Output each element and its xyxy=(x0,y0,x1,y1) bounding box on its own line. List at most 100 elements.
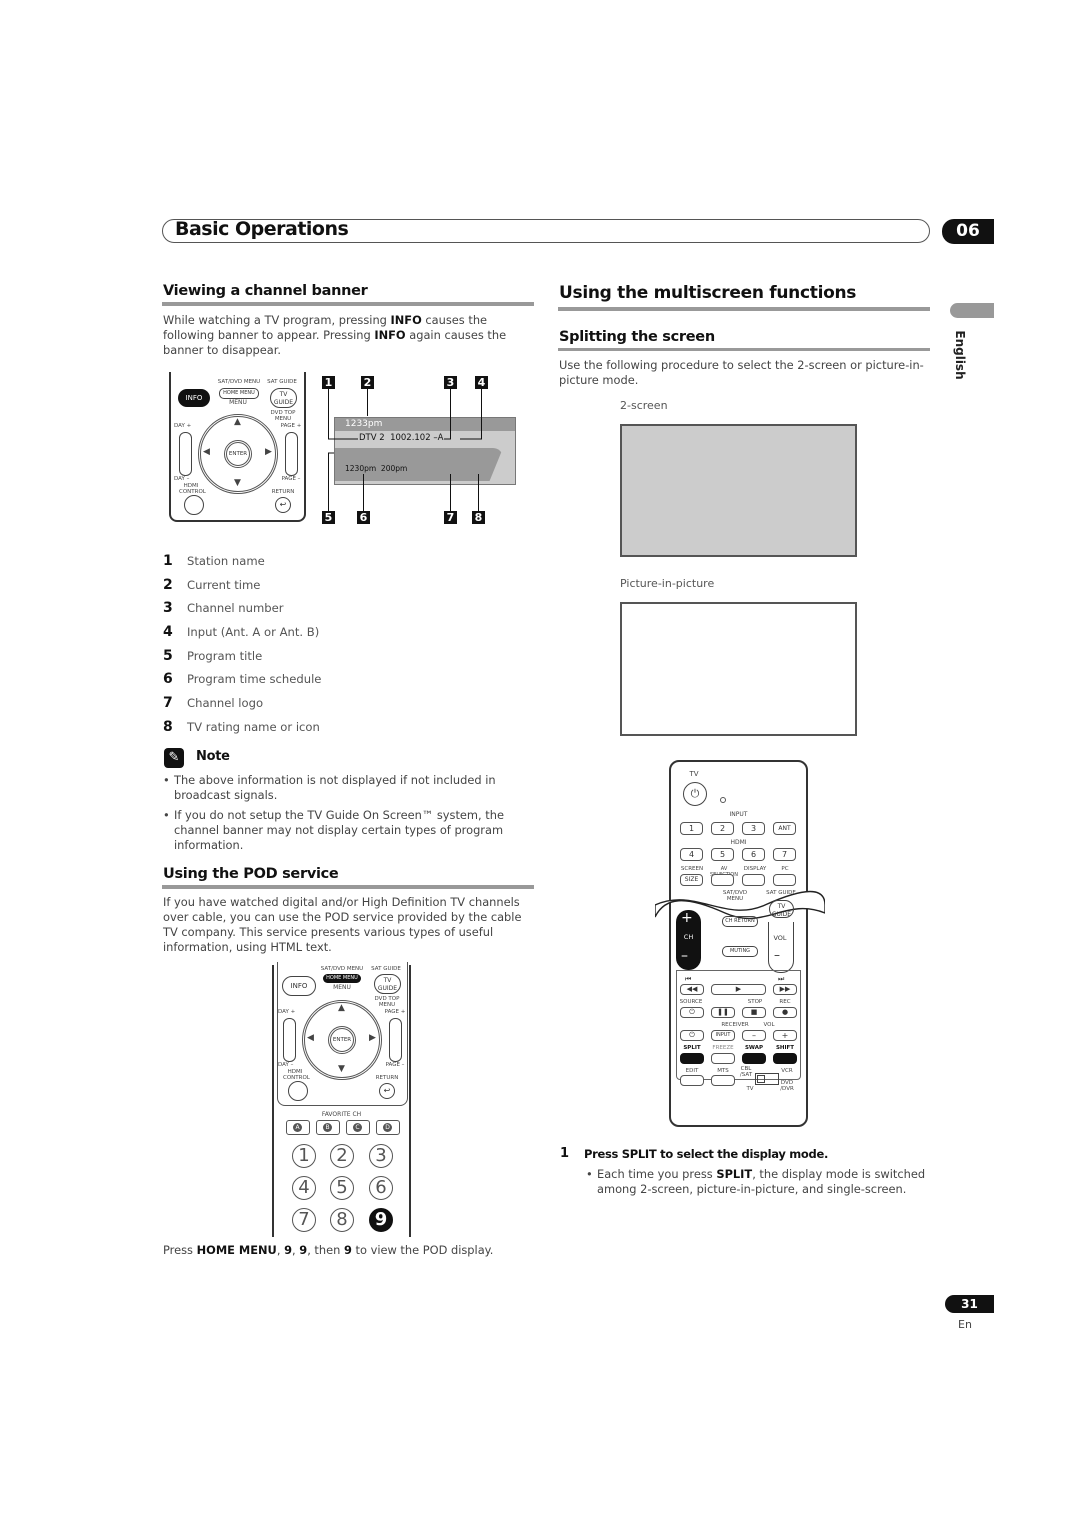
receiver-input-button: INPUT xyxy=(711,1030,735,1041)
day-plus-label: DAY + xyxy=(174,423,192,429)
page-rocker xyxy=(285,432,298,476)
rec-label: REC xyxy=(779,999,791,1005)
pc-label: PC xyxy=(781,866,789,872)
chapter-title: Basic Operations xyxy=(175,218,349,240)
ch-label: CH xyxy=(683,933,694,941)
ch-return-button: CH RETURN xyxy=(722,916,758,927)
pip-diagram xyxy=(620,602,857,736)
note-item: • If you do not setup the TV Guide On Scr… xyxy=(163,808,504,852)
day-rocker xyxy=(179,432,192,476)
hdmi-control-button xyxy=(184,495,204,515)
num-button-7: 7 xyxy=(292,1208,316,1232)
language-label: English xyxy=(953,330,967,380)
info-button: INFO xyxy=(178,389,210,407)
language-code: En xyxy=(958,1318,972,1331)
skip-back-icon: ⏮ xyxy=(685,975,692,983)
legend-item: 6 Program time schedule xyxy=(163,671,322,688)
pc-button xyxy=(773,874,796,886)
num-button-9-highlighted: 9 xyxy=(369,1208,393,1232)
fast-forward-button: ▶▶ xyxy=(773,984,797,995)
source-label: SOURCE xyxy=(679,999,703,1005)
edit-label: EDIT xyxy=(685,1068,699,1074)
cbl-sat-label: CBL /SAT xyxy=(739,1066,753,1078)
swap-label: SWAP xyxy=(744,1045,764,1051)
hdmi-label: HDMI xyxy=(730,839,747,846)
chapter-number: 06 xyxy=(942,219,994,244)
menu-label: MENU xyxy=(229,399,247,406)
pause-button: ❚❚ xyxy=(711,1007,735,1018)
step-number: 1 xyxy=(560,1146,569,1161)
power-button: ⏻ xyxy=(683,782,707,806)
hdmi-control-label: HDMI CONTROL xyxy=(179,483,206,495)
leader-lines xyxy=(328,388,482,511)
num-button-6: 6 xyxy=(369,1176,393,1200)
muting-button: MUTING xyxy=(722,946,758,957)
legend-item: 2 Current time xyxy=(163,576,261,593)
input-label: INPUT xyxy=(729,811,748,818)
section-title-multiscreen: Using the multiscreen functions xyxy=(559,283,857,303)
receiver-label: RECEIVER xyxy=(721,1022,749,1028)
arrow-right-icon: ▶ xyxy=(265,447,272,457)
note-list: • The above information is not displayed … xyxy=(163,773,528,858)
sat-guide-label: SAT GUIDE xyxy=(766,890,796,896)
section-title-channel-banner: Viewing a channel banner xyxy=(163,283,368,299)
dvd-dvr-label: DVD /DVR xyxy=(780,1080,794,1092)
banner-legend: 1 Station name 2 Current time 3 Channel num… xyxy=(163,549,321,739)
favorite-ch-label: FAVORITE CH xyxy=(321,1111,362,1118)
vol-label: VOL xyxy=(773,934,787,942)
display-label: DISPLAY xyxy=(743,866,767,872)
num-button-3: 3 xyxy=(369,1144,393,1168)
day-minus-label: DAY – xyxy=(174,476,190,482)
vol-rocker xyxy=(768,922,794,973)
leader-line-4 xyxy=(460,388,482,440)
freeze-button xyxy=(711,1053,735,1064)
remote-figure-3: TV ⏻ INPUT 1 2 3 ANT HDMI 4 5 6 7 SCREEN… xyxy=(655,760,825,1127)
tv-guide-button: TV GUIDE xyxy=(769,900,794,918)
num-button-1: 1 xyxy=(292,1144,316,1168)
page-number-tab: 31 xyxy=(945,1295,994,1313)
section-title-pod: Using the POD service xyxy=(163,866,339,882)
fav-button-b: B xyxy=(316,1120,340,1135)
num-button-2: 2 xyxy=(330,1144,354,1168)
pod-body: If you have watched digital and/or High … xyxy=(163,895,522,954)
split-label: SPLIT xyxy=(683,1045,701,1051)
receiver-vol-up-button: + xyxy=(773,1030,797,1041)
page-plus-label: PAGE + xyxy=(280,423,302,429)
shift-button xyxy=(773,1053,797,1064)
leader-line-3 xyxy=(444,388,451,440)
rewind-button: ◀◀ xyxy=(680,984,704,995)
remote-figure-2: INFO SAT/DVD MENU HOME MENU MENU SAT GUI… xyxy=(272,962,411,1237)
stop-label: STOP xyxy=(747,999,763,1005)
fav-button-d: D xyxy=(376,1120,400,1135)
dvd-top-menu-label: DVD TOP MENU xyxy=(270,410,296,422)
sat-dvd-menu-label: SAT/DVD MENU xyxy=(217,379,261,385)
arrow-down-icon: ▼ xyxy=(234,478,241,488)
legend-item: 5 Program title xyxy=(163,647,263,664)
leader-line-1 xyxy=(328,388,358,440)
splitting-intro: Use the following procedure to select th… xyxy=(559,358,924,387)
pod-caption: Press HOME MENU, 9, 9, then 9 to view th… xyxy=(163,1243,494,1257)
legend-item: 1 Station name xyxy=(163,552,265,569)
freeze-label: FREEZE xyxy=(712,1045,734,1051)
return-label: RETURN xyxy=(271,489,295,495)
return-icon: ↩ xyxy=(275,497,291,513)
skip-forward-icon: ⏭ xyxy=(778,975,785,983)
dpad-panel-border xyxy=(277,962,408,1106)
legend-item: 4 Input (Ant. A or Ant. B) xyxy=(163,623,320,640)
num-button-5: 5 xyxy=(330,1176,354,1200)
section-rule xyxy=(558,307,930,311)
ant-button: ANT xyxy=(773,822,796,835)
two-screen-diagram xyxy=(620,424,857,557)
remote-figure-1: INFO SAT/DVD MENU HOME MENU MENU SAT GUI… xyxy=(169,372,306,522)
side-tab xyxy=(950,303,994,318)
tv-mode-label: TV xyxy=(746,1086,754,1092)
home-menu-button: HOME MENU xyxy=(219,388,259,399)
section-rule xyxy=(162,885,534,889)
hdmi-button-4: 4 xyxy=(680,848,703,861)
edit-button xyxy=(680,1075,704,1086)
channel-banner-intro: While watching a TV program, pressing IN… xyxy=(163,313,507,357)
hdmi-button-5: 5 xyxy=(711,848,734,861)
tv-guide-button: TV GUIDE xyxy=(270,388,297,408)
receiver-vol-down-button: – xyxy=(742,1030,766,1041)
receiver-vol-label: VOL xyxy=(763,1022,775,1028)
